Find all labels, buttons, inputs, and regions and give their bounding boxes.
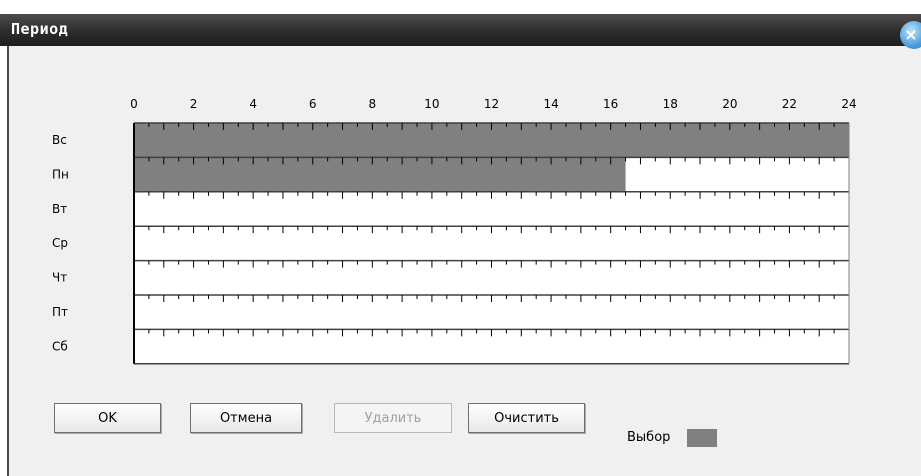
hour-label: 20 <box>722 97 737 111</box>
hour-label: 2 <box>190 97 198 111</box>
hour-label: 12 <box>484 97 499 111</box>
hour-label: 10 <box>424 97 439 111</box>
hour-label: 18 <box>663 97 678 111</box>
hour-label: 16 <box>603 97 618 111</box>
day-label: Чт <box>52 271 67 285</box>
day-label: Пт <box>52 305 68 319</box>
day-label: Вс <box>52 133 67 147</box>
period-dialog: Период × 0 2 4 6 8 10 12 14 16 18 20 22 24 Вс Пн Вт Ср Чт… <box>0 0 921 476</box>
cancel-button[interactable]: Отмена <box>190 403 302 433</box>
selected-range <box>134 157 626 192</box>
day-label: Вт <box>52 202 67 216</box>
delete-button[interactable]: Удалить <box>334 403 452 433</box>
hour-label: 6 <box>309 97 317 111</box>
legend-label: Выбор <box>627 430 671 445</box>
day-label: Ср <box>52 236 68 250</box>
hour-label: 14 <box>543 97 558 111</box>
day-label: Сб <box>52 339 68 353</box>
hour-label: 22 <box>782 97 797 111</box>
hour-label: 0 <box>130 97 138 111</box>
hour-label: 4 <box>249 97 257 111</box>
hour-label: 24 <box>841 97 856 111</box>
ok-button[interactable]: OK <box>54 403 161 433</box>
day-label: Пн <box>52 167 69 181</box>
clear-button[interactable]: Очистить <box>468 403 585 433</box>
legend-swatch <box>687 429 717 447</box>
hour-label: 8 <box>369 97 377 111</box>
